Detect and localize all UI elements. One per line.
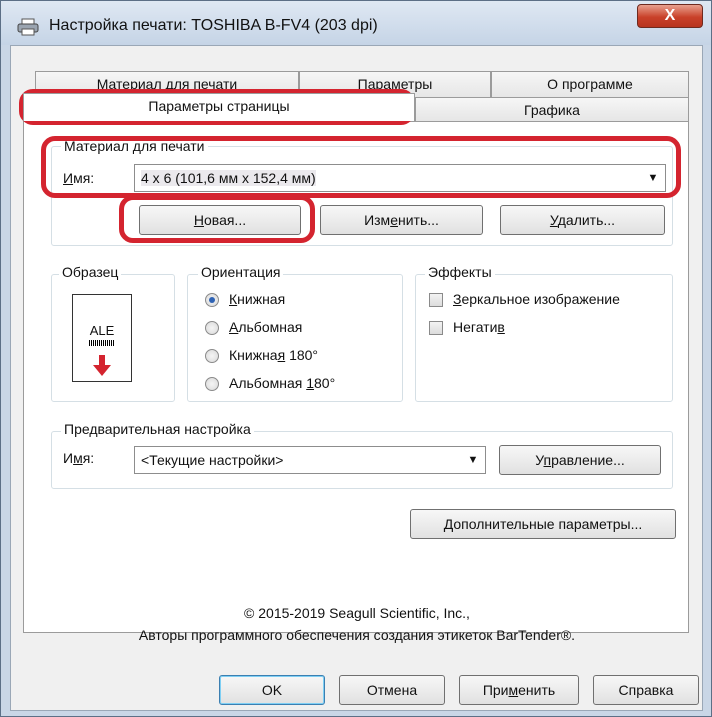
sample-group-label: Образец (59, 264, 122, 280)
preset-name-value: <Текущие настройки> (141, 452, 284, 468)
help-button[interactable]: Справка (593, 675, 699, 705)
tab-about[interactable]: О программе (491, 71, 689, 97)
preset-group-label: Предварительная настройка (61, 421, 254, 437)
barcode-icon (89, 340, 115, 346)
orientation-portrait-label[interactable]: Книжная (229, 291, 285, 307)
orientation-portrait-180-label[interactable]: Книжная 180° (229, 347, 318, 363)
orientation-portrait-radio[interactable] (205, 293, 219, 307)
chevron-down-icon[interactable]: ▼ (645, 165, 661, 191)
manage-presets-button[interactable]: Управление... (499, 445, 661, 475)
chevron-down-icon[interactable]: ▼ (465, 447, 481, 473)
apply-button[interactable]: Применить (459, 675, 579, 705)
ok-button[interactable]: OK (219, 675, 325, 705)
orientation-landscape-radio[interactable] (205, 321, 219, 335)
delete-media-button[interactable]: Удалить... (500, 205, 665, 235)
copyright-line-2: Авторы программного обеспечения создания… (138, 627, 576, 643)
new-media-button[interactable]: Новая... (139, 205, 301, 235)
tab-page-setup[interactable]: Параметры страницы (23, 93, 415, 121)
media-name-value: 4 x 6 (101,6 мм x 152,4 мм) (141, 170, 316, 186)
cancel-button[interactable]: Отмена (339, 675, 445, 705)
media-group-label: Материал для печати (61, 138, 208, 154)
media-name-label: Имя: (63, 170, 95, 186)
effects-group-label: Эффекты (425, 264, 495, 280)
tab-graphics[interactable]: Графика (415, 97, 689, 121)
preset-name-label: Имя: (63, 450, 95, 466)
print-setup-dialog: Настройка печати: TOSHIBA B-FV4 (203 dpi… (0, 0, 712, 717)
close-button[interactable]: X (637, 4, 703, 28)
orientation-landscape-180-label[interactable]: Альбомная 180° (229, 375, 335, 391)
negative-checkbox[interactable] (429, 321, 443, 335)
media-name-combobox[interactable]: 4 x 6 (101,6 мм x 152,4 мм) ▼ (134, 164, 666, 192)
printer-icon (17, 18, 39, 36)
preset-name-combobox[interactable]: <Текущие настройки> ▼ (134, 446, 486, 474)
advanced-parameters-button[interactable]: Дополнительные параметры... (410, 509, 676, 539)
mirror-image-label[interactable]: Зеркальное изображение (453, 291, 620, 307)
arrow-down-icon (93, 355, 111, 376)
orientation-portrait-180-radio[interactable] (205, 349, 219, 363)
title-bar[interactable]: Настройка печати: TOSHIBA B-FV4 (203 dpi… (1, 1, 711, 45)
copyright-line-1: © 2015-2019 Seagull Scientific, Inc., (244, 605, 470, 621)
negative-label[interactable]: Негатив (453, 319, 505, 335)
orientation-group-label: Ориентация (198, 264, 284, 280)
orientation-landscape-label[interactable]: Альбомная (229, 319, 302, 335)
label-preview-text: ALE (89, 323, 115, 338)
mirror-image-checkbox[interactable] (429, 293, 443, 307)
window-title: Настройка печати: TOSHIBA B-FV4 (203 dpi… (49, 17, 378, 34)
label-preview: ALE (72, 294, 132, 382)
orientation-landscape-180-radio[interactable] (205, 377, 219, 391)
edit-media-button[interactable]: Изменить... (320, 205, 483, 235)
